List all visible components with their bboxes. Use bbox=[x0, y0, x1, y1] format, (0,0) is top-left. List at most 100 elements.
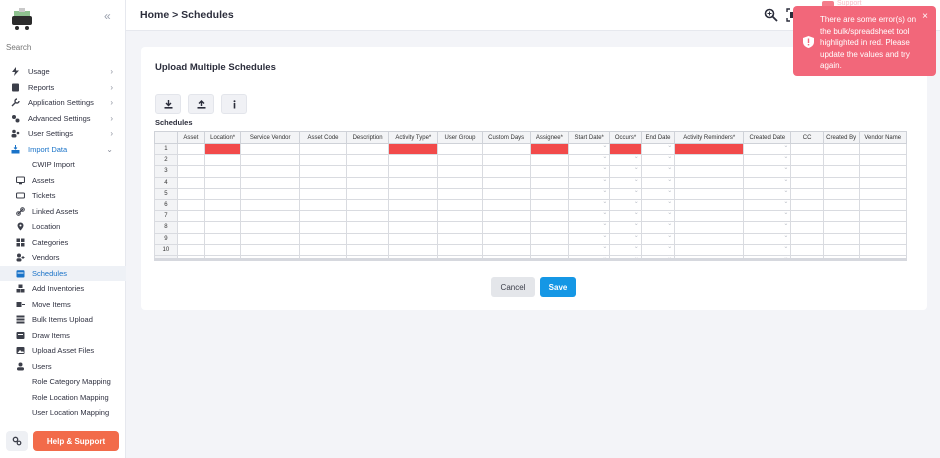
grid-cell[interactable] bbox=[822, 165, 860, 178]
grid-cell[interactable] bbox=[176, 243, 205, 256]
grid-cell[interactable] bbox=[176, 176, 205, 189]
grid-cell[interactable] bbox=[858, 176, 907, 189]
sidebar-item-user-settings[interactable]: User Settings › bbox=[0, 126, 126, 142]
column-header[interactable]: Assignee* bbox=[529, 131, 570, 144]
grid-cell[interactable] bbox=[437, 232, 483, 245]
grid-cell[interactable] bbox=[299, 176, 347, 189]
grid-cell[interactable] bbox=[674, 232, 745, 245]
grid-cell[interactable] bbox=[345, 165, 390, 178]
grid-cell[interactable] bbox=[176, 198, 205, 212]
grid-cell[interactable] bbox=[299, 187, 347, 200]
row-number[interactable]: 2 bbox=[154, 154, 178, 167]
grid-cell[interactable] bbox=[437, 187, 483, 200]
grid-cell[interactable] bbox=[388, 210, 439, 223]
grid-cell[interactable] bbox=[822, 232, 860, 245]
grid-cell[interactable] bbox=[388, 154, 439, 167]
row-number[interactable]: 7 bbox=[154, 210, 178, 223]
grid-cell[interactable] bbox=[822, 221, 860, 234]
grid-cell[interactable] bbox=[529, 210, 570, 223]
grid-cell[interactable] bbox=[345, 254, 390, 258]
grid-cell[interactable] bbox=[674, 243, 745, 256]
grid-cell[interactable] bbox=[790, 165, 824, 178]
sidebar-search-input[interactable] bbox=[6, 43, 116, 52]
grid-cell[interactable] bbox=[388, 165, 439, 178]
grid-cell[interactable] bbox=[790, 176, 824, 189]
grid-cell[interactable] bbox=[203, 187, 242, 200]
download-template-button[interactable] bbox=[155, 94, 181, 114]
grid-cell[interactable] bbox=[858, 142, 907, 156]
grid-cell[interactable] bbox=[345, 210, 390, 223]
grid-cell[interactable] bbox=[481, 154, 531, 167]
grid-cell[interactable] bbox=[858, 254, 907, 258]
grid-cell[interactable] bbox=[481, 243, 531, 256]
grid-cell[interactable] bbox=[345, 176, 390, 189]
cancel-button[interactable]: Cancel bbox=[491, 277, 535, 297]
save-button[interactable]: Save bbox=[540, 277, 576, 297]
grid-cell[interactable] bbox=[858, 232, 907, 245]
grid-cell[interactable] bbox=[203, 165, 242, 178]
sidebar-item-tickets[interactable]: Tickets bbox=[0, 188, 126, 204]
grid-cell[interactable] bbox=[345, 232, 390, 245]
grid-cell[interactable] bbox=[481, 187, 531, 200]
sidebar-item-vendors[interactable]: Vendors bbox=[0, 250, 126, 266]
grid-cell[interactable] bbox=[674, 154, 745, 167]
column-header[interactable]: Service Vendor bbox=[240, 131, 301, 144]
sidebar-item-application-settings[interactable]: Application Settings › bbox=[0, 95, 126, 111]
zoom-search-icon[interactable] bbox=[764, 8, 778, 22]
grid-cell[interactable] bbox=[203, 210, 242, 223]
grid-cell[interactable] bbox=[176, 221, 205, 234]
grid-cell[interactable] bbox=[345, 142, 390, 156]
column-header[interactable]: User Group bbox=[437, 131, 483, 144]
grid-cell[interactable] bbox=[858, 165, 907, 178]
grid-cell[interactable] bbox=[674, 165, 745, 178]
grid-cell[interactable] bbox=[858, 210, 907, 223]
grid-cell[interactable] bbox=[822, 187, 860, 200]
row-number[interactable]: 4 bbox=[154, 176, 178, 189]
grid-cell[interactable] bbox=[176, 210, 205, 223]
grid-cell[interactable] bbox=[437, 254, 483, 258]
grid-cell[interactable] bbox=[345, 221, 390, 234]
column-header[interactable]: Description bbox=[345, 131, 390, 144]
grid-cell[interactable] bbox=[790, 232, 824, 245]
column-header[interactable]: Asset bbox=[176, 131, 205, 144]
sidebar-item-upload-asset-files[interactable]: Upload Asset Files bbox=[0, 343, 126, 359]
grid-cell[interactable] bbox=[176, 232, 205, 245]
row-number[interactable]: 11 bbox=[154, 254, 178, 258]
grid-cell[interactable] bbox=[822, 198, 860, 212]
settings-gear-button[interactable] bbox=[6, 431, 28, 451]
grid-cell[interactable] bbox=[858, 243, 907, 256]
sidebar-item-cwip-import[interactable]: CWIP Import bbox=[0, 157, 126, 173]
grid-cell[interactable] bbox=[529, 198, 570, 212]
sidebar-item-linked-assets[interactable]: Linked Assets bbox=[0, 204, 126, 220]
column-header[interactable]: Occurs* bbox=[609, 131, 642, 144]
upload-file-button[interactable] bbox=[188, 94, 214, 114]
grid-cell[interactable] bbox=[240, 243, 301, 256]
grid-cell[interactable] bbox=[674, 187, 745, 200]
grid-cell[interactable] bbox=[299, 254, 347, 258]
grid-cell[interactable] bbox=[203, 198, 242, 212]
grid-cell[interactable] bbox=[240, 221, 301, 234]
error-cell[interactable] bbox=[388, 142, 439, 156]
sidebar-item-draw-items[interactable]: Draw Items bbox=[0, 328, 126, 344]
grid-cell[interactable] bbox=[388, 243, 439, 256]
grid-cell[interactable] bbox=[481, 176, 531, 189]
grid-cell[interactable] bbox=[345, 187, 390, 200]
grid-cell[interactable] bbox=[743, 254, 792, 258]
sidebar-item-usage[interactable]: Usage › bbox=[0, 64, 126, 80]
grid-cell[interactable] bbox=[203, 176, 242, 189]
grid-cell[interactable] bbox=[858, 221, 907, 234]
grid-cell[interactable] bbox=[640, 254, 676, 258]
grid-cell[interactable] bbox=[203, 243, 242, 256]
grid-cell[interactable] bbox=[299, 221, 347, 234]
grid-cell[interactable] bbox=[240, 254, 301, 258]
row-number[interactable]: 1 bbox=[154, 142, 178, 156]
grid-cell[interactable] bbox=[481, 232, 531, 245]
grid-cell[interactable] bbox=[240, 165, 301, 178]
sidebar-item-import-data[interactable]: Import Data ⌄ bbox=[0, 142, 126, 158]
row-number[interactable]: 8 bbox=[154, 221, 178, 234]
grid-cell[interactable] bbox=[240, 187, 301, 200]
grid-cell[interactable] bbox=[529, 165, 570, 178]
column-header[interactable]: Activity Type* bbox=[388, 131, 439, 144]
grid-cell[interactable] bbox=[822, 210, 860, 223]
grid-cell[interactable] bbox=[674, 221, 745, 234]
